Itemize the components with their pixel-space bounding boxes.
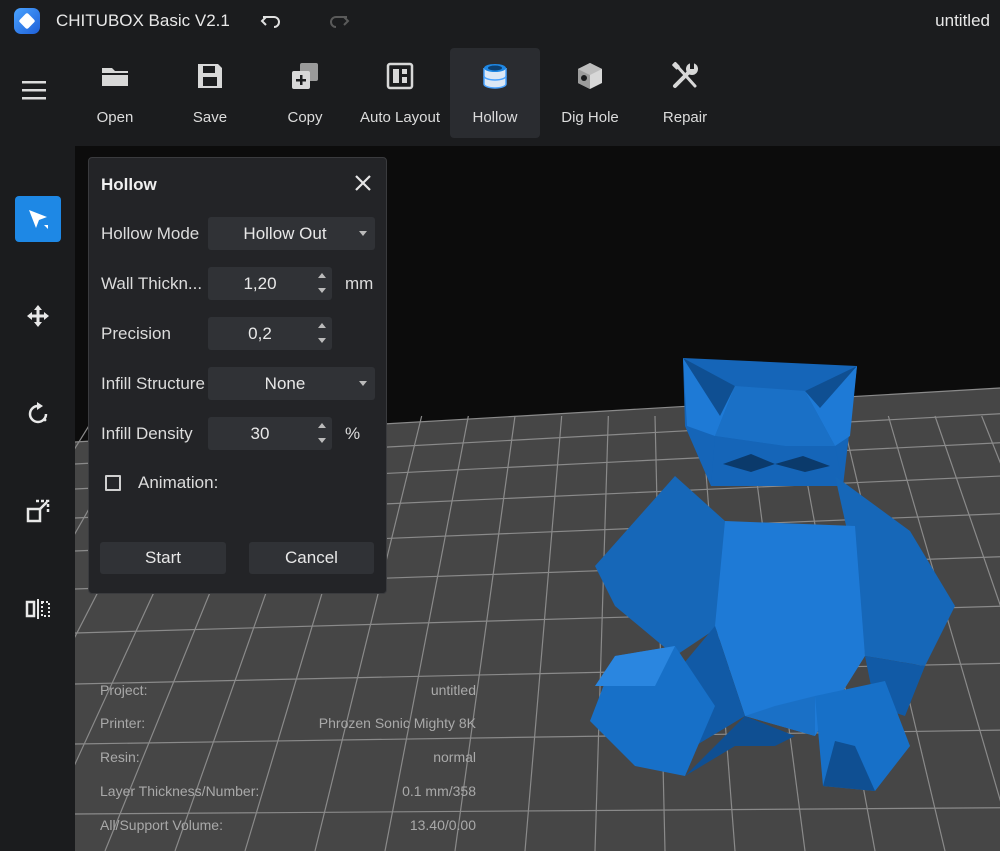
file-name: untitled: [935, 11, 990, 30]
redo-icon[interactable]: [326, 8, 352, 34]
rotate-icon: [28, 402, 48, 424]
infill-structure-label: Infill Structure: [101, 374, 205, 393]
move-icon: [27, 305, 49, 327]
folder-icon: [102, 68, 128, 86]
auto-layout-button[interactable]: Auto Layout: [355, 48, 445, 138]
animation-checkbox[interactable]: [105, 475, 121, 491]
infill-density-input[interactable]: 30: [208, 417, 332, 450]
precision-input[interactable]: 0,2: [208, 317, 332, 350]
mirror-icon: [25, 599, 50, 619]
hollow-mode-label: Hollow Mode: [101, 224, 200, 243]
panel-title: Hollow: [101, 175, 157, 194]
info-row: Layer Thickness/Number: 0.1 mm/358: [100, 783, 476, 799]
scale-icon: [26, 499, 50, 523]
hollow-cylinder-icon: [483, 64, 507, 89]
start-button[interactable]: Start: [100, 542, 226, 574]
scale-tool-button[interactable]: [15, 488, 61, 534]
info-row: Printer: Phrozen Sonic Mighty 8K: [100, 715, 476, 731]
infill-density-unit: %: [345, 424, 361, 443]
increment-arrow-icon[interactable]: [314, 319, 330, 333]
cube-hole-icon: [578, 63, 602, 89]
wrench-screwdriver-icon: [672, 61, 698, 88]
select-tool-button[interactable]: [15, 196, 61, 242]
info-row: Resin: normal: [100, 749, 476, 765]
wall-thickness-label: Wall Thickn...: [101, 274, 203, 293]
info-row: All/Support Volume: 13.40/0.00: [100, 817, 476, 833]
close-icon[interactable]: [351, 171, 375, 195]
increment-arrow-icon[interactable]: [314, 269, 330, 283]
hollow-mode-select[interactable]: Hollow Out: [208, 217, 375, 250]
app-logo-icon: [14, 8, 40, 34]
decrement-arrow-icon[interactable]: [314, 434, 330, 448]
title-bar: CHITUBOX Basic V2.1 untitled: [0, 0, 1000, 42]
wall-thickness-unit: mm: [345, 274, 374, 293]
left-sidebar: [0, 146, 75, 851]
decrement-arrow-icon[interactable]: [314, 284, 330, 298]
undo-icon[interactable]: [258, 8, 284, 34]
dig-hole-button[interactable]: Dig Hole: [545, 48, 635, 138]
repair-button[interactable]: Repair: [640, 48, 730, 138]
cancel-button[interactable]: Cancel: [249, 542, 374, 574]
app-title: CHITUBOX Basic V2.1: [56, 11, 230, 30]
hollow-panel: Hollow Hollow Mode Hollow Out Wall Thick…: [88, 157, 387, 594]
copy-button[interactable]: Copy: [260, 48, 350, 138]
rotate-tool-button[interactable]: [15, 391, 61, 437]
infill-density-label: Infill Density: [101, 424, 193, 443]
info-row: Project: untitled: [100, 682, 476, 698]
mirror-tool-button[interactable]: [15, 586, 61, 632]
floppy-icon: [198, 64, 222, 88]
chevron-down-icon: [359, 381, 367, 386]
animation-label: Animation:: [138, 473, 219, 492]
save-button[interactable]: Save: [165, 48, 255, 138]
move-tool-button[interactable]: [15, 293, 61, 339]
open-button[interactable]: Open: [70, 48, 160, 138]
increment-arrow-icon[interactable]: [314, 419, 330, 433]
main-toolbar: Open Save Copy Auto Layout Hollow Dig Ho…: [0, 42, 1000, 146]
hamburger-menu-icon[interactable]: [16, 76, 52, 106]
wall-thickness-input[interactable]: 1,20: [208, 267, 332, 300]
hollow-button[interactable]: Hollow: [450, 48, 540, 138]
chevron-down-icon: [359, 231, 367, 236]
layout-icon: [386, 62, 414, 90]
select-arrow-icon: [29, 210, 48, 229]
infill-structure-select[interactable]: None: [208, 367, 375, 400]
precision-label: Precision: [101, 324, 171, 343]
copy-icon: [292, 63, 318, 89]
decrement-arrow-icon[interactable]: [314, 334, 330, 348]
